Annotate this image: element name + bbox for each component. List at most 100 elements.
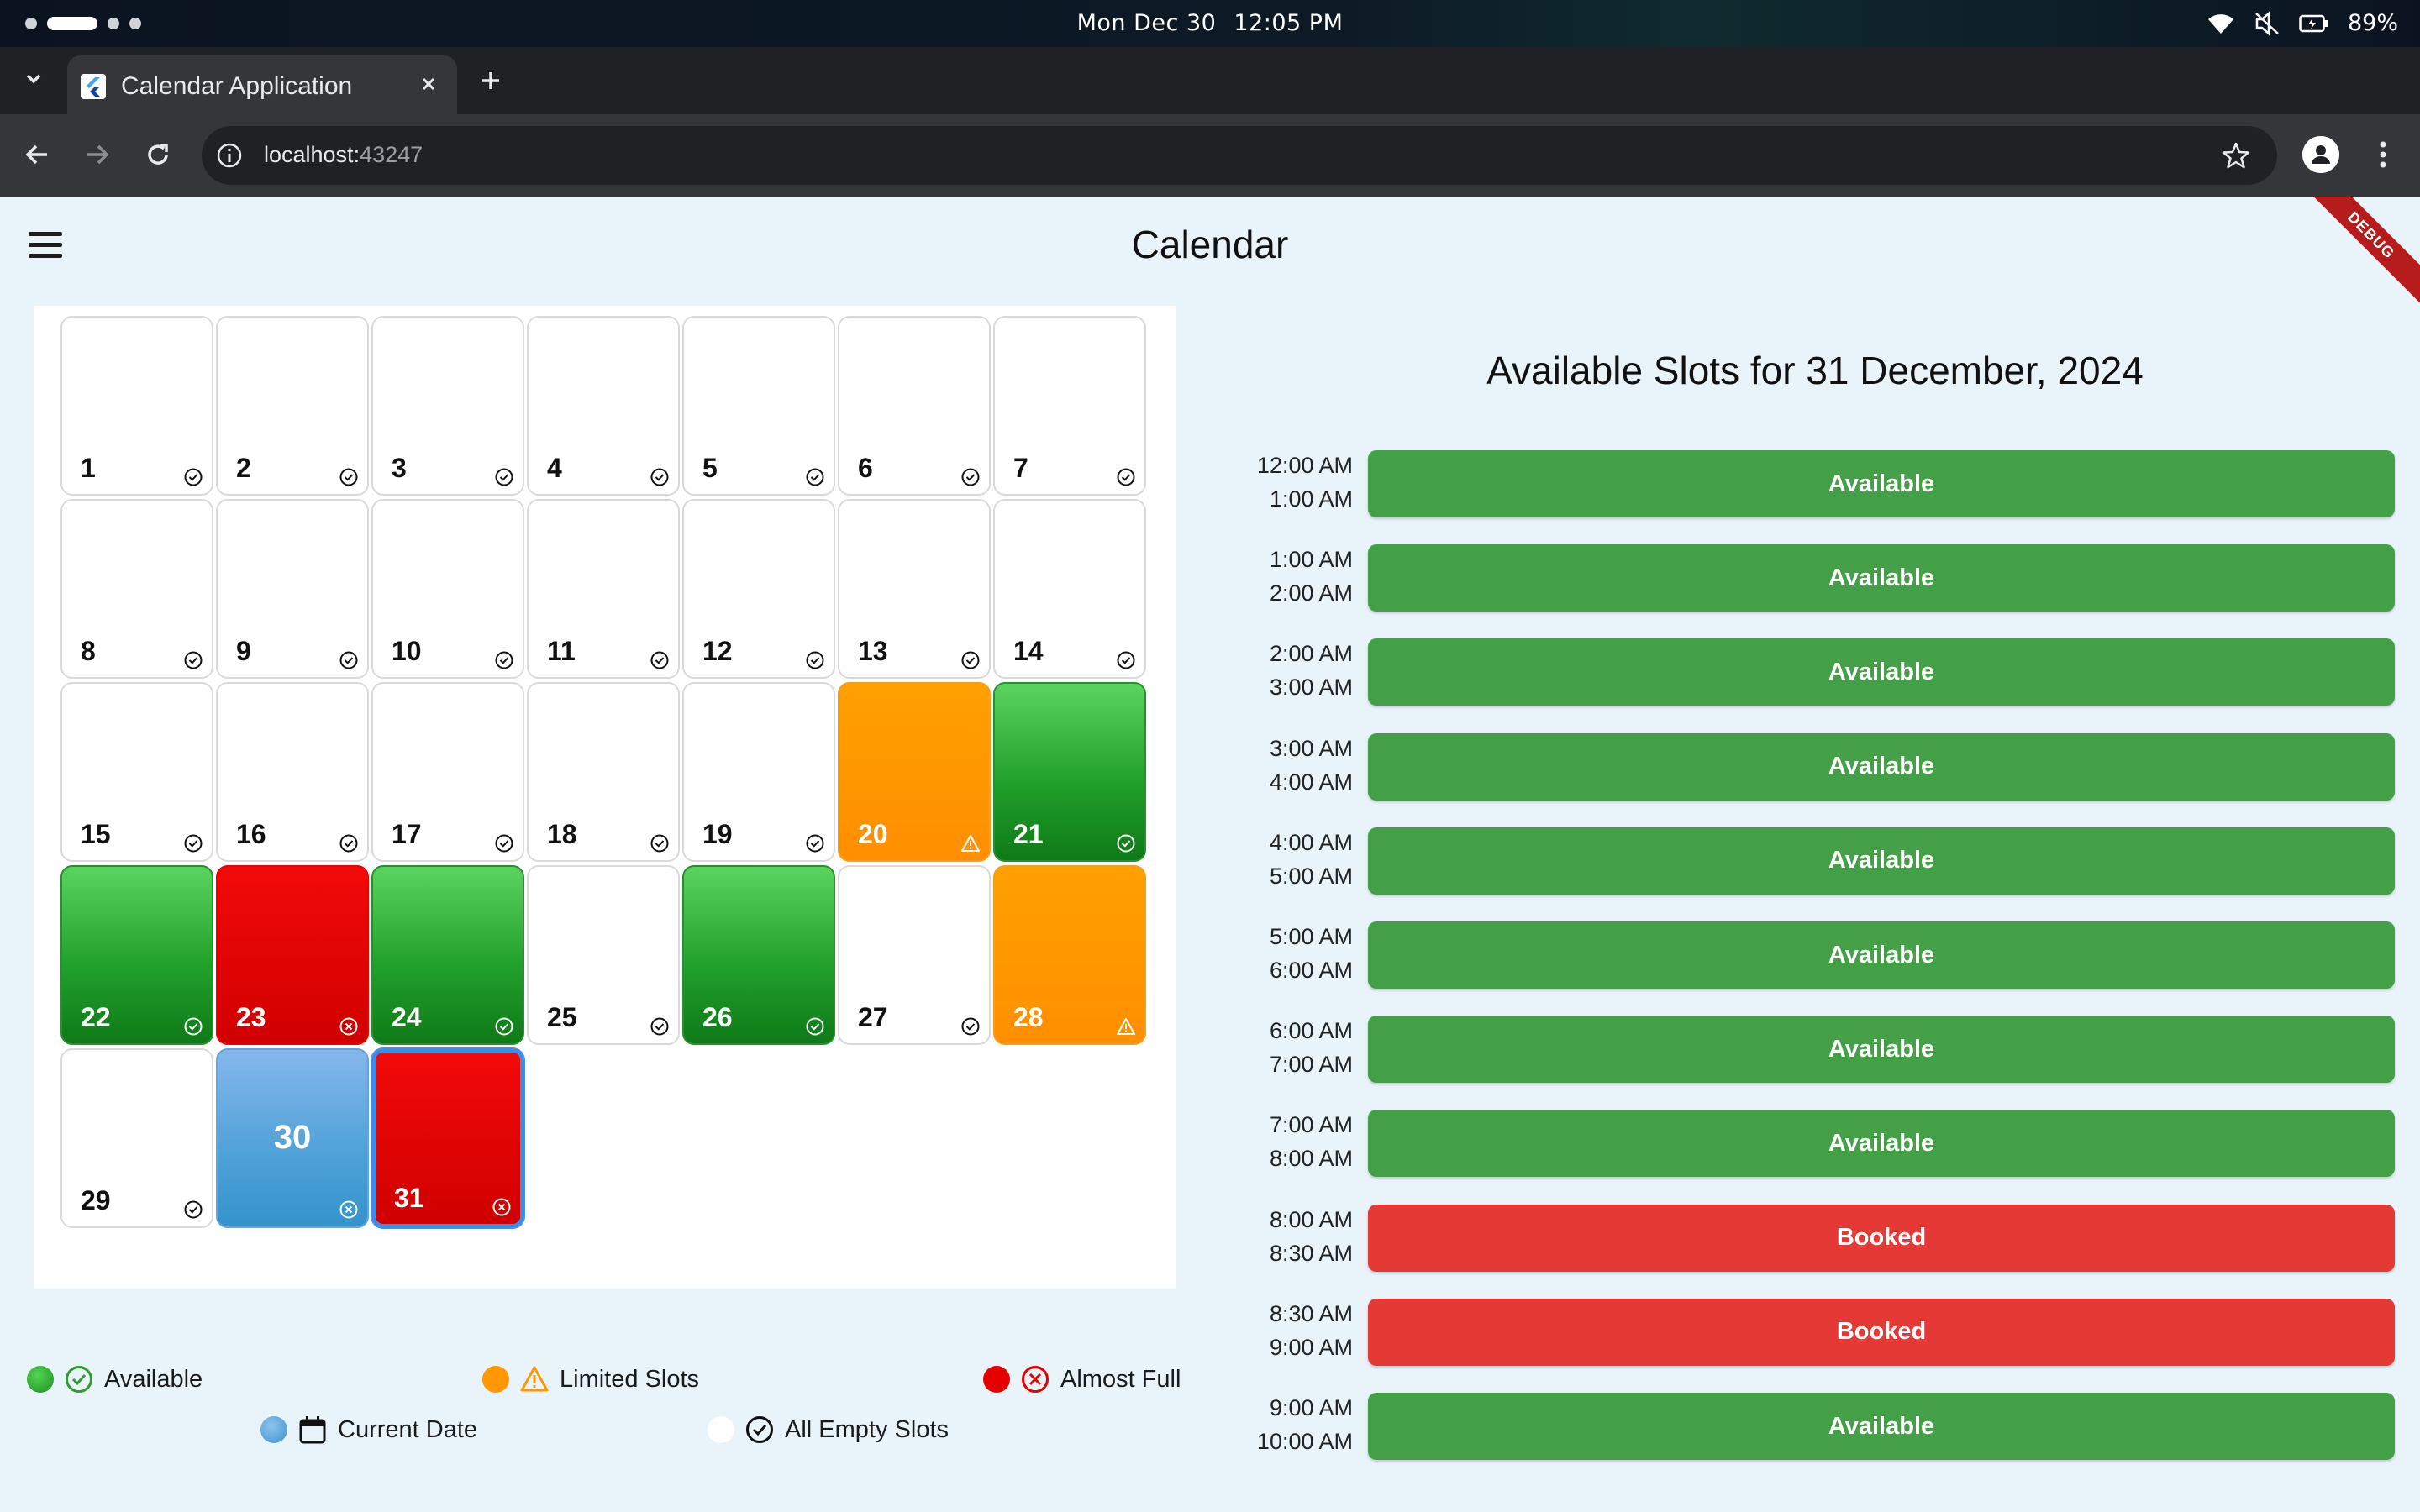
calendar-day-17[interactable]: 17: [371, 682, 524, 862]
check-circle-icon: [494, 833, 514, 853]
slot-available-button[interactable]: Available: [1368, 1110, 2395, 1178]
calendar-day-27[interactable]: 27: [838, 865, 991, 1045]
slot-start-time: 8:30 AM: [1269, 1300, 1353, 1326]
calendar-day-1[interactable]: 1: [60, 316, 213, 496]
url-text: localhost:43247: [264, 142, 423, 168]
calendar-day-15[interactable]: 15: [60, 682, 213, 862]
cross-circle-icon: [1022, 1366, 1049, 1393]
calendar-day-19[interactable]: 19: [682, 682, 835, 862]
check-circle-icon: [494, 1016, 514, 1037]
wifi-icon: [2207, 13, 2233, 34]
calendar-day-28[interactable]: 28: [993, 865, 1146, 1045]
cross-circle-icon: [339, 1200, 359, 1220]
legend-all-empty-label: All Empty Slots: [785, 1415, 949, 1443]
os-clock-day: Mon Dec 30: [1076, 10, 1217, 36]
battery-icon: [2299, 14, 2328, 32]
day-number: 21: [1013, 819, 1044, 849]
day-number: 9: [236, 636, 251, 666]
calendar-day-11[interactable]: 11: [527, 499, 680, 679]
check-circle-icon: [650, 467, 670, 487]
calendar-day-12[interactable]: 12: [682, 499, 835, 679]
slot-start-time: 9:00 AM: [1269, 1395, 1353, 1420]
calendar-day-24[interactable]: 24: [371, 865, 524, 1045]
calendar-day-13[interactable]: 13: [838, 499, 991, 679]
day-number: 29: [81, 1185, 111, 1215]
slot-row: 8:30 AM 9:00 AM Booked: [1235, 1297, 2395, 1368]
slot-available-button[interactable]: Available: [1368, 732, 2395, 801]
calendar-day-7[interactable]: 7: [993, 316, 1146, 496]
check-circle-icon: [650, 833, 670, 853]
legend-green-dot: [27, 1366, 54, 1393]
os-system-tray[interactable]: 89%: [2207, 10, 2398, 36]
calendar-day-2[interactable]: 2: [216, 316, 369, 496]
day-number: 13: [858, 636, 888, 666]
check-circle-icon: [494, 467, 514, 487]
slot-available-button[interactable]: Available: [1368, 450, 2395, 517]
slot-booked-button[interactable]: Booked: [1368, 1204, 2395, 1272]
calendar-day-30[interactable]: 30: [216, 1048, 369, 1228]
slot-booked-button[interactable]: Booked: [1368, 1298, 2395, 1366]
tab-search-chevron-icon[interactable]: [18, 64, 49, 94]
browser-tabstrip: Calendar Application: [0, 47, 2420, 114]
page-title: Calendar: [1131, 223, 1289, 266]
calendar-day-16[interactable]: 16: [216, 682, 369, 862]
site-info-icon[interactable]: [215, 141, 244, 170]
forward-arrow-icon[interactable]: [81, 138, 114, 171]
sound-muted-icon: [2255, 10, 2279, 36]
profile-avatar-icon[interactable]: [2302, 136, 2339, 173]
os-clock[interactable]: Mon Dec 30 12:05 PM: [0, 10, 2420, 36]
slot-available-button[interactable]: Available: [1368, 544, 2395, 612]
calendar-day-5[interactable]: 5: [682, 316, 835, 496]
slot-end-time: 8:30 AM: [1269, 1240, 1353, 1266]
legend-almost-full: Almost Full: [983, 1364, 1181, 1394]
bookmark-star-icon[interactable]: [2220, 139, 2252, 171]
calendar-day-14[interactable]: 14: [993, 499, 1146, 679]
calendar-day-4[interactable]: 4: [527, 316, 680, 496]
calendar-day-9[interactable]: 9: [216, 499, 369, 679]
slot-available-button[interactable]: Available: [1368, 921, 2395, 989]
legend-limited-label: Limited Slots: [560, 1365, 700, 1393]
calendar-day-25[interactable]: 25: [527, 865, 680, 1045]
url-port: 43247: [360, 142, 424, 167]
slot-row: 9:00 AM 10:00 AM Available: [1235, 1391, 2395, 1462]
slot-end-time: 7:00 AM: [1269, 1052, 1353, 1078]
slot-start-time: 5:00 AM: [1269, 924, 1353, 949]
calendar-day-8[interactable]: 8: [60, 499, 213, 679]
day-number: 25: [547, 1002, 577, 1032]
legend-limited: Limited Slots: [482, 1364, 699, 1394]
slot-end-time: 8:00 AM: [1269, 1146, 1353, 1172]
address-bar[interactable]: localhost:43247: [202, 126, 2277, 185]
calendar-day-3[interactable]: 3: [371, 316, 524, 496]
calendar-day-10[interactable]: 10: [371, 499, 524, 679]
cross-circle-icon: [339, 1016, 359, 1037]
back-arrow-icon[interactable]: [20, 138, 54, 171]
warning-triangle-icon: [1116, 1016, 1136, 1037]
day-number: 15: [81, 819, 111, 849]
tab-close-icon[interactable]: [415, 71, 442, 97]
slot-available-button[interactable]: Available: [1368, 1393, 2395, 1460]
reload-icon[interactable]: [141, 138, 175, 171]
url-host: localhost:: [264, 142, 360, 167]
slot-available-button[interactable]: Available: [1368, 1016, 2395, 1084]
slot-row: 8:00 AM 8:30 AM Booked: [1235, 1203, 2395, 1273]
calendar-day-6[interactable]: 6: [838, 316, 991, 496]
calendar-day-21[interactable]: 21: [993, 682, 1146, 862]
calendar-day-31[interactable]: 31: [371, 1048, 524, 1228]
calendar-day-29[interactable]: 29: [60, 1048, 213, 1228]
calendar-day-23[interactable]: 23: [216, 865, 369, 1045]
browser-tab-active[interactable]: Calendar Application: [67, 55, 457, 114]
day-number: 20: [858, 819, 888, 849]
flutter-favicon-icon: [81, 74, 106, 99]
calendar-day-18[interactable]: 18: [527, 682, 680, 862]
calendar-day-20[interactable]: 20: [838, 682, 991, 862]
legend-orange-dot: [482, 1366, 509, 1393]
check-circle-icon: [183, 650, 203, 670]
slot-available-button[interactable]: Available: [1368, 827, 2395, 895]
warning-triangle-icon: [960, 833, 981, 853]
browser-menu-kebab-icon[interactable]: [2368, 136, 2398, 173]
calendar-day-26[interactable]: 26: [682, 865, 835, 1045]
calendar-day-22[interactable]: 22: [60, 865, 213, 1045]
slot-available-button[interactable]: Available: [1368, 638, 2395, 706]
new-tab-plus-icon[interactable]: [476, 66, 506, 96]
day-number: 23: [236, 1002, 266, 1032]
